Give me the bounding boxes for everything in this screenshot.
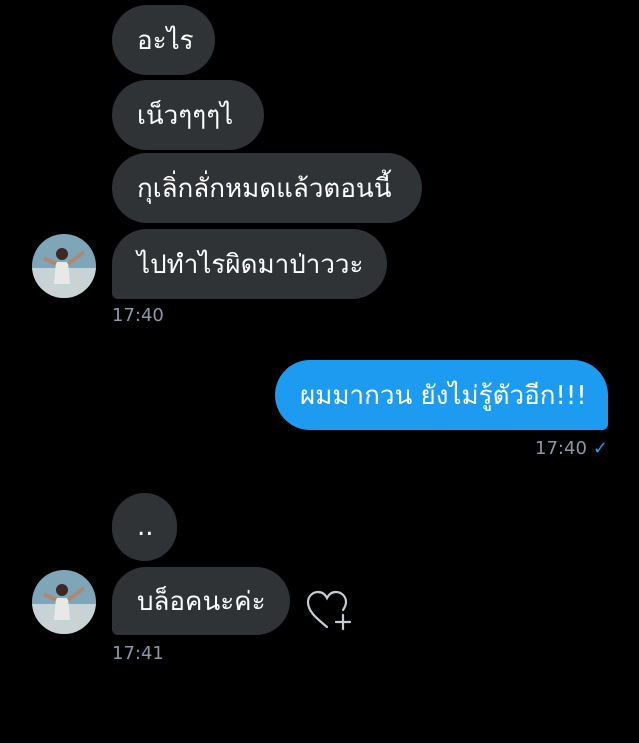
message-bubble-incoming[interactable]: เน็วๆๆๆไ bbox=[112, 80, 264, 150]
message-bubble-outgoing[interactable]: ผมมากวน ยังไม่รู้ตัวอีก!!! bbox=[275, 360, 608, 430]
message-text: กุเลิ่กลั่กหมดแล้วตอนนี้ bbox=[137, 173, 392, 204]
timestamp: 17:40 bbox=[535, 438, 587, 459]
checkmark-icon: ✓ bbox=[592, 438, 608, 459]
message-text: เน็วๆๆๆไ bbox=[137, 100, 234, 131]
message-bubble-incoming[interactable]: กุเลิ่กลั่กหมดแล้วตอนนี้ bbox=[112, 153, 422, 223]
message-bubble-incoming[interactable]: อะไร bbox=[112, 5, 215, 75]
avatar-photo-icon bbox=[32, 570, 96, 634]
message-bubble-incoming[interactable]: บล็อคนะค่ะ bbox=[112, 567, 290, 635]
message-text: ผมมากวน ยังไม่รู้ตัวอีก!!! bbox=[300, 380, 587, 411]
timestamp: 17:40 bbox=[112, 305, 164, 326]
message-text: ไปทำไรผิดมาป่าววะ bbox=[137, 249, 364, 280]
heart-plus-icon[interactable] bbox=[305, 589, 355, 633]
avatar[interactable] bbox=[32, 234, 96, 298]
timestamp: 17:41 bbox=[112, 643, 164, 664]
message-text: .. bbox=[137, 512, 154, 542]
message-bubble-incoming[interactable]: .. bbox=[112, 493, 177, 561]
avatar[interactable] bbox=[32, 570, 96, 634]
message-bubble-incoming[interactable]: ไปทำไรผิดมาป่าววะ bbox=[112, 229, 387, 299]
timestamp-outgoing: 17:40 ✓ bbox=[535, 438, 608, 459]
message-text: บล็อคนะค่ะ bbox=[137, 586, 266, 617]
message-text: อะไร bbox=[137, 25, 194, 56]
avatar-photo-icon bbox=[32, 234, 96, 298]
